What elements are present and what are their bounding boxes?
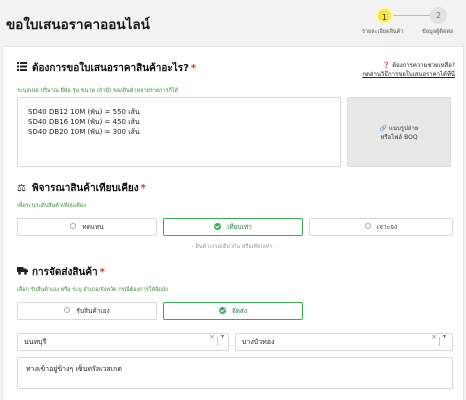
province-select[interactable]: นนทบุรี (17, 333, 229, 351)
comparison-heading: ⚖ พิจารณาสินค้าเทียบเคียง * (17, 181, 146, 196)
requirement-line: SD40 DB12 10M (พัน) = 550 เส้น (28, 108, 140, 116)
step-connector (389, 15, 430, 16)
page-header: ขอใบเสนอราคาออนไลน์ 1 2 รายละเอียดสินค้า… (0, 0, 466, 44)
option-substitute[interactable]: ทดแทน (17, 218, 157, 236)
location-selects: นนทบุรี × ▾ บางบัวทอง × ▾ (17, 333, 453, 351)
select-separator (217, 337, 218, 346)
required-marker: * (190, 63, 197, 74)
comparison-hint: เพื่อระบุระดับสินค้าเทียบเคียง (17, 203, 86, 209)
select-separator (439, 337, 440, 346)
option-pickup[interactable]: รับสินค้าเอง (17, 302, 157, 320)
requirements-textarea[interactable]: SD40 DB12 10M (พัน) = 550 เส้น SD40 DB16… (17, 97, 341, 167)
district-select[interactable]: บางบัวทอง (235, 333, 453, 351)
province-value: นนทบุรี (24, 338, 47, 346)
help-link[interactable]: กดอ่านวิธีการขอใบเสนอราคาได้ที่นี่ (362, 69, 455, 79)
address-textarea[interactable]: ทางเข้าอยู่ข้างๆ เซ็นทรัลเวสเกต (17, 357, 453, 389)
check-circle-icon (214, 222, 222, 230)
chevron-down-icon[interactable]: ▾ (221, 333, 224, 340)
option-label: รับสินค้าเอง (76, 307, 110, 315)
option-label: จัดส่ง (231, 307, 248, 315)
delivery-title: การจัดส่งสินค้า (32, 267, 98, 278)
delivery-options: รับสินค้าเอง จัดส่ง (17, 302, 307, 320)
list-icon (17, 62, 28, 74)
check-circle-icon (218, 306, 226, 314)
option-deliver[interactable]: จัดส่ง (163, 302, 303, 320)
requirements-heading: ต้องการขอใบเสนอราคาสินค้าอะไร? * (17, 61, 196, 76)
delivery-hint: เลือก รับสินค้าเอง หรือ ระบุ อำเภอ/จังหว… (17, 287, 168, 293)
required-marker: * (99, 267, 105, 278)
option-label: ทดแทน (82, 223, 104, 231)
chevron-down-icon[interactable]: ▾ (443, 333, 446, 340)
delivery-heading: การจัดส่งสินค้า * (17, 265, 105, 280)
paperclip-icon: 🔗 (379, 125, 388, 132)
upload-attachment-button[interactable]: 🔗 แนบรูปถ่าย หรือไฟล์ BOQ (347, 97, 451, 167)
comparison-note: - สินค้าเกรดเดียวกัน หรือเทียบเท่า - (191, 244, 277, 250)
option-specific[interactable]: เจาะจง (309, 218, 453, 236)
page-title: ขอใบเสนอราคาออนไลน์ (6, 17, 150, 33)
help-circle-icon: ❓ (382, 62, 391, 69)
radio-dot (364, 223, 371, 229)
clear-province-icon[interactable]: × (209, 333, 215, 341)
comparison-options: ทดแทน เทียบเท่า เจาะจง (17, 218, 453, 236)
option-label: เจาะจง (376, 223, 398, 231)
help-question-text: ต้องการความช่วยเหลือ? (392, 62, 455, 69)
step-2-label: ข้อมูลผู้ติดต่อ (422, 29, 454, 35)
step-1-circle: 1 (376, 7, 393, 24)
quote-request-page: ขอใบเสนอราคาออนไลน์ 1 2 รายละเอียดสินค้า… (0, 0, 466, 400)
requirement-line: SD40 DB20 10M (พัน) = 300 เส้น (28, 128, 140, 136)
scale-icon: ⚖ (17, 183, 26, 194)
upload-line2: หรือไฟล์ BOQ (380, 134, 418, 141)
upload-line1: แนบรูปถ่าย (389, 125, 419, 132)
clear-district-icon[interactable]: × (431, 333, 437, 341)
address-value: ทางเข้าอยู่ข้างๆ เซ็นทรัลเวสเกต (26, 365, 122, 373)
option-equivalent[interactable]: เทียบเท่า (163, 218, 303, 236)
radio-dot (64, 307, 71, 313)
form-panel: ต้องการขอใบเสนอราคาสินค้าอะไร? * ❓ ต้องกา… (2, 46, 464, 400)
requirements-title: ต้องการขอใบเสนอราคาสินค้าอะไร? (32, 63, 189, 74)
truck-icon (17, 266, 28, 278)
radio-dot (70, 223, 77, 229)
requirement-line: SD40 DB16 10M (พัน) = 450 เส้น (28, 118, 140, 126)
comparison-title: พิจารณาสินค้าเทียบเคียง (32, 183, 139, 194)
step-1-label: รายละเอียดสินค้า (362, 29, 404, 35)
option-label: เทียบเท่า (227, 223, 252, 231)
required-marker: * (140, 183, 146, 194)
step-indicator: 1 2 รายละเอียดสินค้า ข้อมูลผู้ติดต่อ (362, 4, 462, 40)
district-value: บางบัวทอง (242, 338, 275, 346)
step-2-circle: 2 (430, 7, 447, 24)
requirements-hint: ระบุสเปค ปริมาณ ยี่ห้อ รุ่น ขนาด (ถ้ามี)… (17, 88, 179, 94)
